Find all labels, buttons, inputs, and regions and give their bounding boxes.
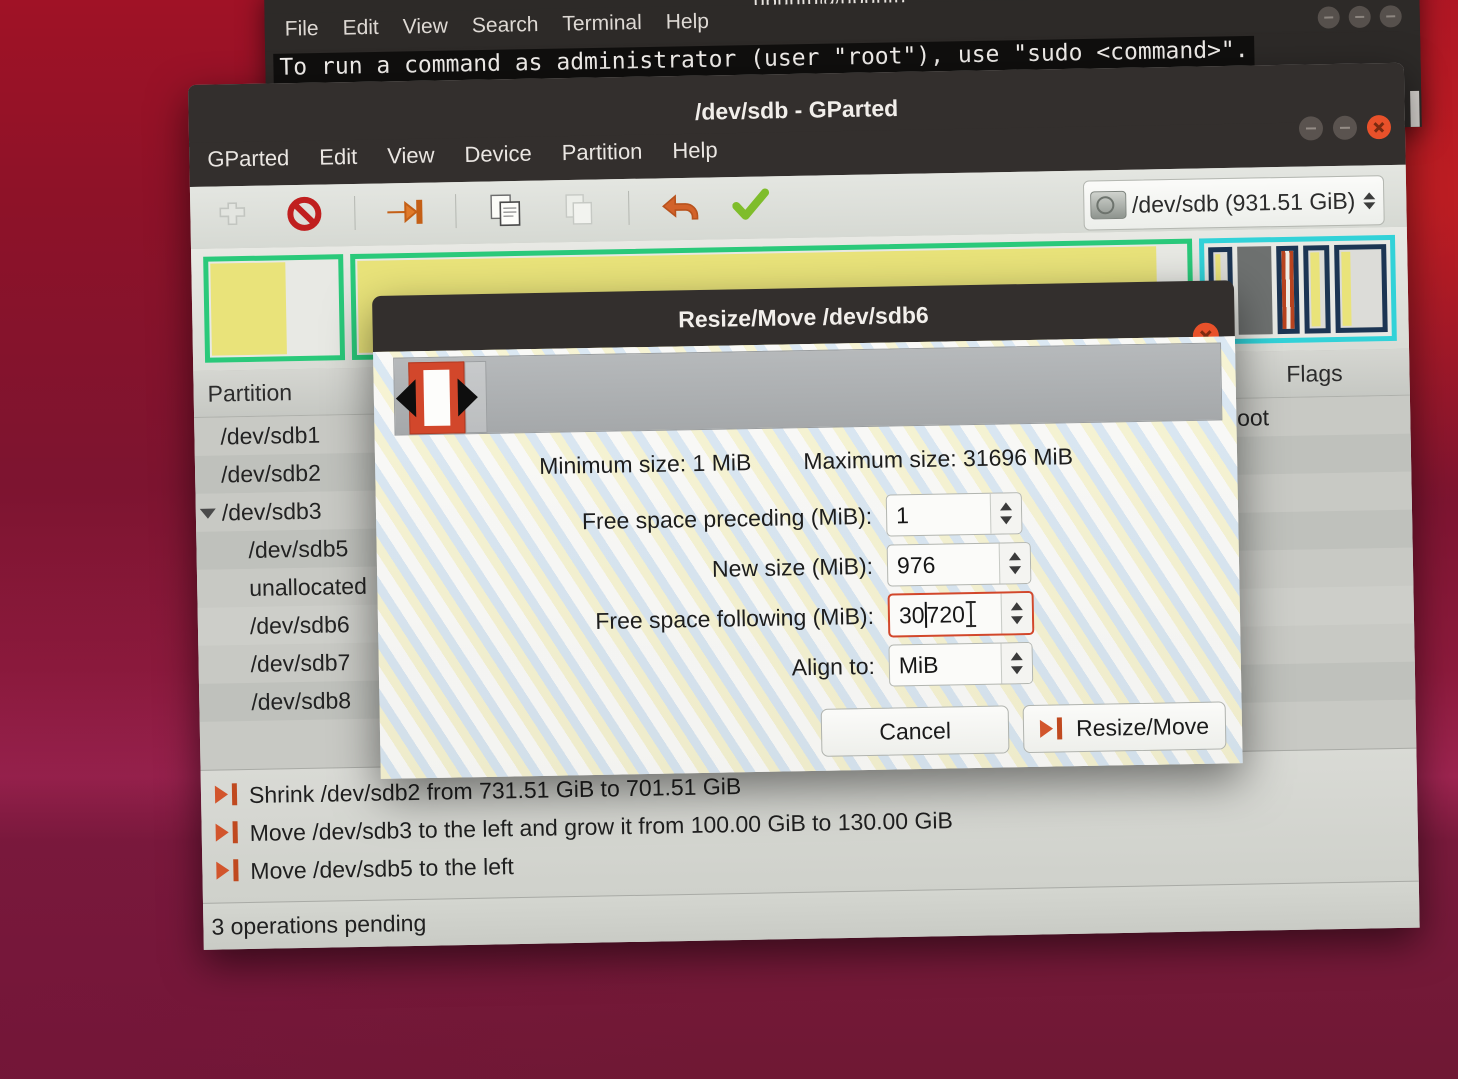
terminal-menu-file[interactable]: File (285, 17, 319, 42)
new-partition-icon[interactable] (210, 192, 255, 239)
operation-text: Shrink /dev/sdb2 from 731.51 GiB to 701.… (248, 772, 742, 808)
align-to-select[interactable]: MiB (888, 641, 1034, 687)
toolbar-separator (455, 194, 457, 229)
gparted-menu-help[interactable]: Help (672, 137, 718, 164)
partition-graphic-sdb1[interactable] (203, 254, 346, 363)
cell-flags (1224, 605, 1414, 608)
resize-move-button-label: Resize/Move (1075, 712, 1210, 741)
cell-flags (1224, 643, 1414, 646)
column-header-flags[interactable]: Flags (1219, 358, 1409, 388)
resize-move-icon (215, 782, 237, 808)
cell-partition-label: /dev/sdb2 (220, 459, 322, 487)
stepper[interactable] (1000, 642, 1033, 684)
partition-graphic-unallocated[interactable] (1237, 246, 1273, 335)
status-text: 3 operations pending (211, 909, 427, 940)
field-label: Align to: (791, 652, 876, 680)
terminal-menu-terminal[interactable]: Terminal (562, 11, 642, 36)
size-limits: Minimum size: 1 MiB Maximum size: 31696 … (375, 440, 1237, 490)
field-value[interactable]: 1 (887, 494, 991, 536)
cancel-button-label: Cancel (879, 716, 952, 745)
gparted-menu-device[interactable]: Device (464, 141, 532, 168)
field-value-after-caret: 720 (926, 600, 966, 628)
partition-graphic-sdb6[interactable] (1276, 245, 1300, 335)
resize-handle-left[interactable] (395, 361, 479, 435)
resize-move-dialog[interactable]: Resize/Move /dev/sdb6 Minimum size: 1 Mi… (372, 280, 1243, 779)
minimum-size-label: Minimum size: 1 MiB (538, 449, 752, 479)
close-icon[interactable] (1379, 5, 1402, 28)
paste-icon[interactable] (556, 185, 601, 232)
device-selector[interactable]: /dev/sdb (931.51 GiB) (1082, 175, 1385, 231)
cell-partition-label: /dev/sdb8 (251, 686, 352, 715)
cell-flags: boot (1224, 403, 1270, 431)
cell-partition-label: /dev/sdb3 (221, 497, 322, 525)
partition-graphic-sdb7[interactable] (1303, 245, 1331, 334)
stepper[interactable] (989, 493, 1022, 534)
resize-move-icon (216, 858, 238, 884)
apply-icon[interactable] (729, 182, 774, 229)
cell-flags (1222, 529, 1412, 532)
toolbar-separator (628, 190, 630, 225)
resize-move-icon (215, 820, 237, 846)
cell-partition-label: /dev/sdb7 (250, 648, 351, 677)
terminal-window-controls[interactable] (1317, 5, 1402, 29)
resize-move-icon (1040, 716, 1064, 740)
minimize-icon[interactable] (1317, 6, 1340, 29)
terminal-menu-search[interactable]: Search (472, 13, 539, 38)
cell-partition-label: unallocated (248, 572, 368, 601)
maximum-size-label: Maximum size: 31696 MiB (803, 443, 1074, 475)
new-size-input[interactable]: 976 (886, 541, 1032, 587)
stepper[interactable] (998, 542, 1031, 584)
harddisk-icon (1089, 190, 1127, 220)
device-selector-device: /dev/sdb (1131, 189, 1220, 218)
resize-move-icon[interactable] (383, 189, 428, 236)
dialog-fields: Free space preceding (MiB): 1 New size (… (376, 484, 1242, 700)
field-label: Free space following (MiB): (595, 602, 875, 634)
stepper[interactable] (1000, 592, 1033, 634)
field-label: Free space preceding (MiB): (581, 502, 873, 534)
chevron-down-icon[interactable] (199, 508, 216, 519)
cell-flags (1221, 453, 1411, 456)
gparted-window-controls[interactable] (1298, 114, 1392, 141)
gparted-menu-partition[interactable]: Partition (561, 139, 642, 166)
maximize-icon[interactable] (1332, 115, 1358, 141)
field-value[interactable]: 976 (888, 544, 1000, 586)
arrow-right-icon (457, 378, 479, 417)
free-space-preceding-input[interactable]: 1 (885, 492, 1023, 537)
maximize-icon[interactable] (1348, 5, 1371, 29)
cell-partition-label: /dev/sdb1 (220, 421, 321, 449)
cell-flags (1225, 681, 1415, 684)
terminal-menu-view[interactable]: View (403, 15, 449, 40)
gparted-menu-edit[interactable]: Edit (319, 144, 357, 171)
device-selector-stepper[interactable] (1363, 191, 1376, 209)
close-icon[interactable] (1366, 114, 1392, 140)
gparted-menu-gparted[interactable]: GParted (207, 145, 289, 172)
device-selector-size: (931.51 GiB) (1224, 187, 1356, 216)
field-label: New size (MiB): (711, 552, 874, 582)
delete-partition-icon[interactable] (282, 190, 327, 237)
resize-slider[interactable] (393, 342, 1223, 436)
operation-text: Move /dev/sdb5 to the left (250, 852, 514, 884)
terminal-scrollbar[interactable] (1410, 90, 1420, 138)
undo-icon[interactable] (657, 184, 702, 231)
copy-icon[interactable] (484, 187, 529, 234)
cell-partition-label: /dev/sdb5 (248, 534, 349, 563)
terminal-menu-edit[interactable]: Edit (342, 16, 379, 41)
gparted-menu-view[interactable]: View (387, 142, 435, 169)
ibeam-cursor-icon (966, 601, 976, 627)
field-value[interactable]: MiB (889, 644, 1001, 686)
toolbar-separator (354, 195, 356, 230)
terminal-menu-help[interactable]: Help (666, 10, 710, 35)
arrow-left-icon (395, 379, 417, 418)
partition-graphic-sdb8[interactable] (1334, 244, 1388, 334)
resize-move-button[interactable]: Resize/Move (1022, 701, 1227, 754)
cell-flags (1222, 491, 1412, 494)
cancel-button[interactable]: Cancel (820, 705, 1010, 757)
cell-flags (1223, 567, 1413, 570)
cell-partition-label: /dev/sdb6 (249, 610, 350, 639)
minimize-icon[interactable] (1298, 116, 1324, 141)
dialog-body: Minimum size: 1 MiB Maximum size: 31696 … (373, 336, 1243, 779)
field-value-before-caret: 30 (898, 601, 925, 628)
dialog-buttons: Cancel Resize/Move (820, 701, 1227, 757)
free-space-following-input[interactable]: 30 720 (887, 590, 1035, 638)
